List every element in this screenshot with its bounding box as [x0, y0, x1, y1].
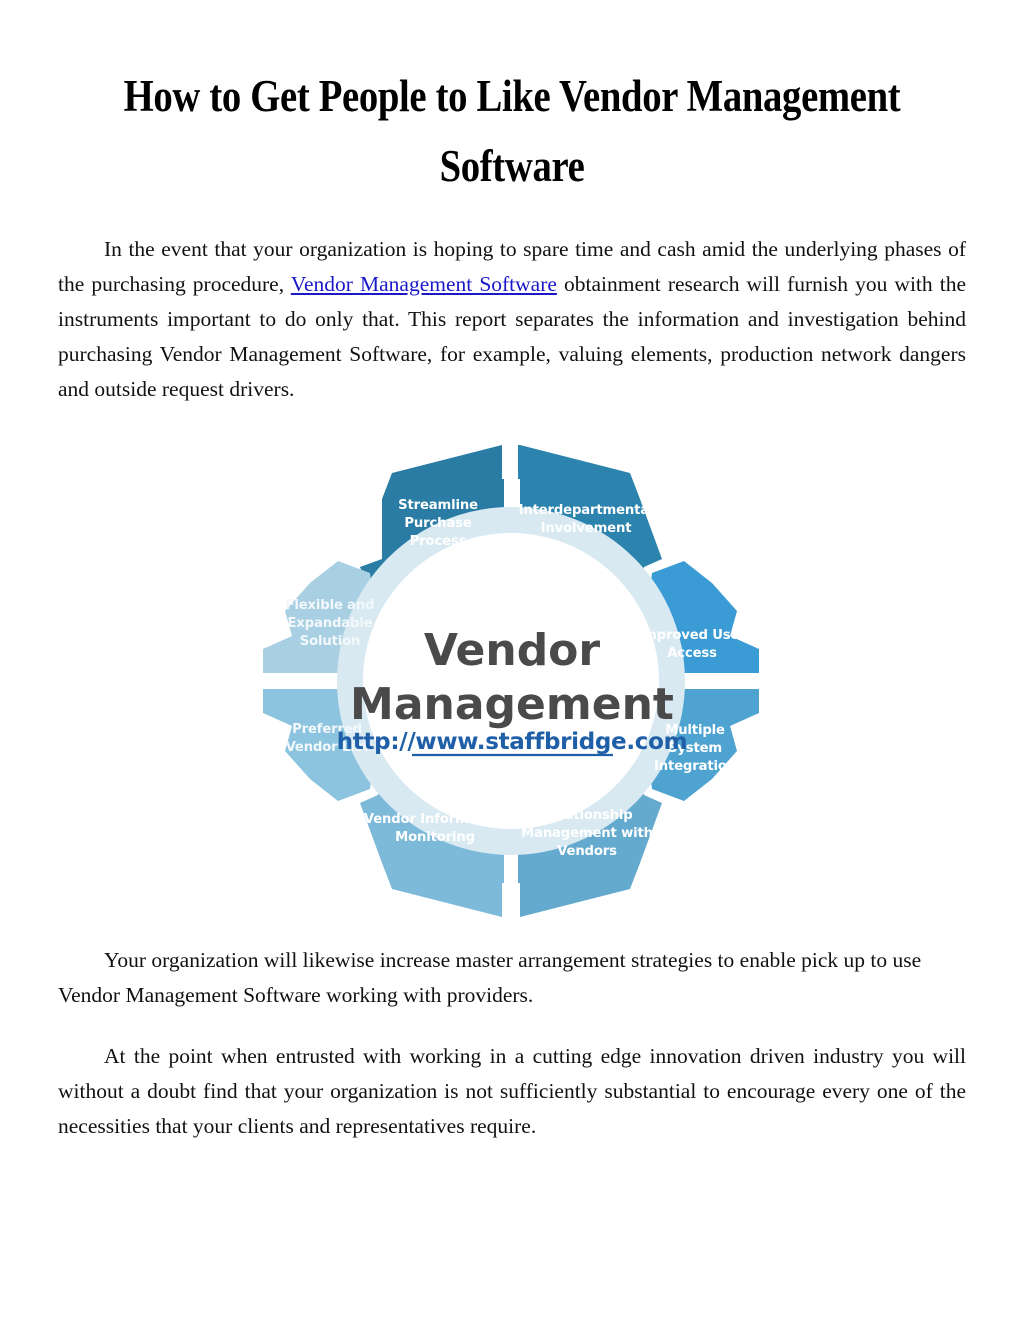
svg-text:Process: Process [410, 534, 467, 549]
vendor-management-diagram: Streamline Purchase Process Interdepartm… [58, 431, 966, 931]
diagram-center-title-line2: Management [350, 679, 674, 730]
vendor-management-software-link[interactable]: Vendor Management Software [291, 272, 557, 296]
svg-text:Expandable: Expandable [288, 616, 373, 631]
diagram-center-url[interactable]: http://www.staffbridge.com [337, 729, 688, 755]
svg-text:Improved User: Improved User [638, 628, 746, 643]
svg-text:Integration: Integration [654, 759, 736, 774]
svg-text:Vendor Information: Vendor Information [364, 812, 506, 827]
svg-text:Interdepartmental: Interdepartmental [519, 503, 654, 518]
svg-text:Solution: Solution [300, 634, 361, 649]
page-title: How to Get People to Like Vendor Managem… [123, 71, 901, 191]
paragraph-arrangement-strategies: Your organization will likewise increase… [58, 947, 922, 1007]
segment-label-streamline-purchase-process: Streamline Purchase Process [398, 498, 478, 549]
paragraph-intro: In the event that your organization is h… [58, 232, 966, 407]
svg-text:Relationship: Relationship [541, 808, 632, 823]
document-page: How to Get People to Like Vendor Managem… [0, 0, 1024, 1325]
svg-text:Involvement: Involvement [541, 521, 632, 536]
svg-text:Monitoring: Monitoring [395, 830, 475, 845]
svg-text:Management with: Management with [521, 826, 653, 841]
svg-text:Purchase: Purchase [404, 516, 471, 531]
paragraph-industry: At the point when entrusted with working… [58, 1043, 966, 1138]
svg-text:Access: Access [667, 646, 717, 661]
diagram-center-title-line1: Vendor [424, 625, 601, 676]
svg-text:Flexible and: Flexible and [286, 598, 375, 613]
svg-text:Vendors: Vendors [557, 844, 617, 859]
svg-text:Streamline: Streamline [398, 498, 478, 513]
